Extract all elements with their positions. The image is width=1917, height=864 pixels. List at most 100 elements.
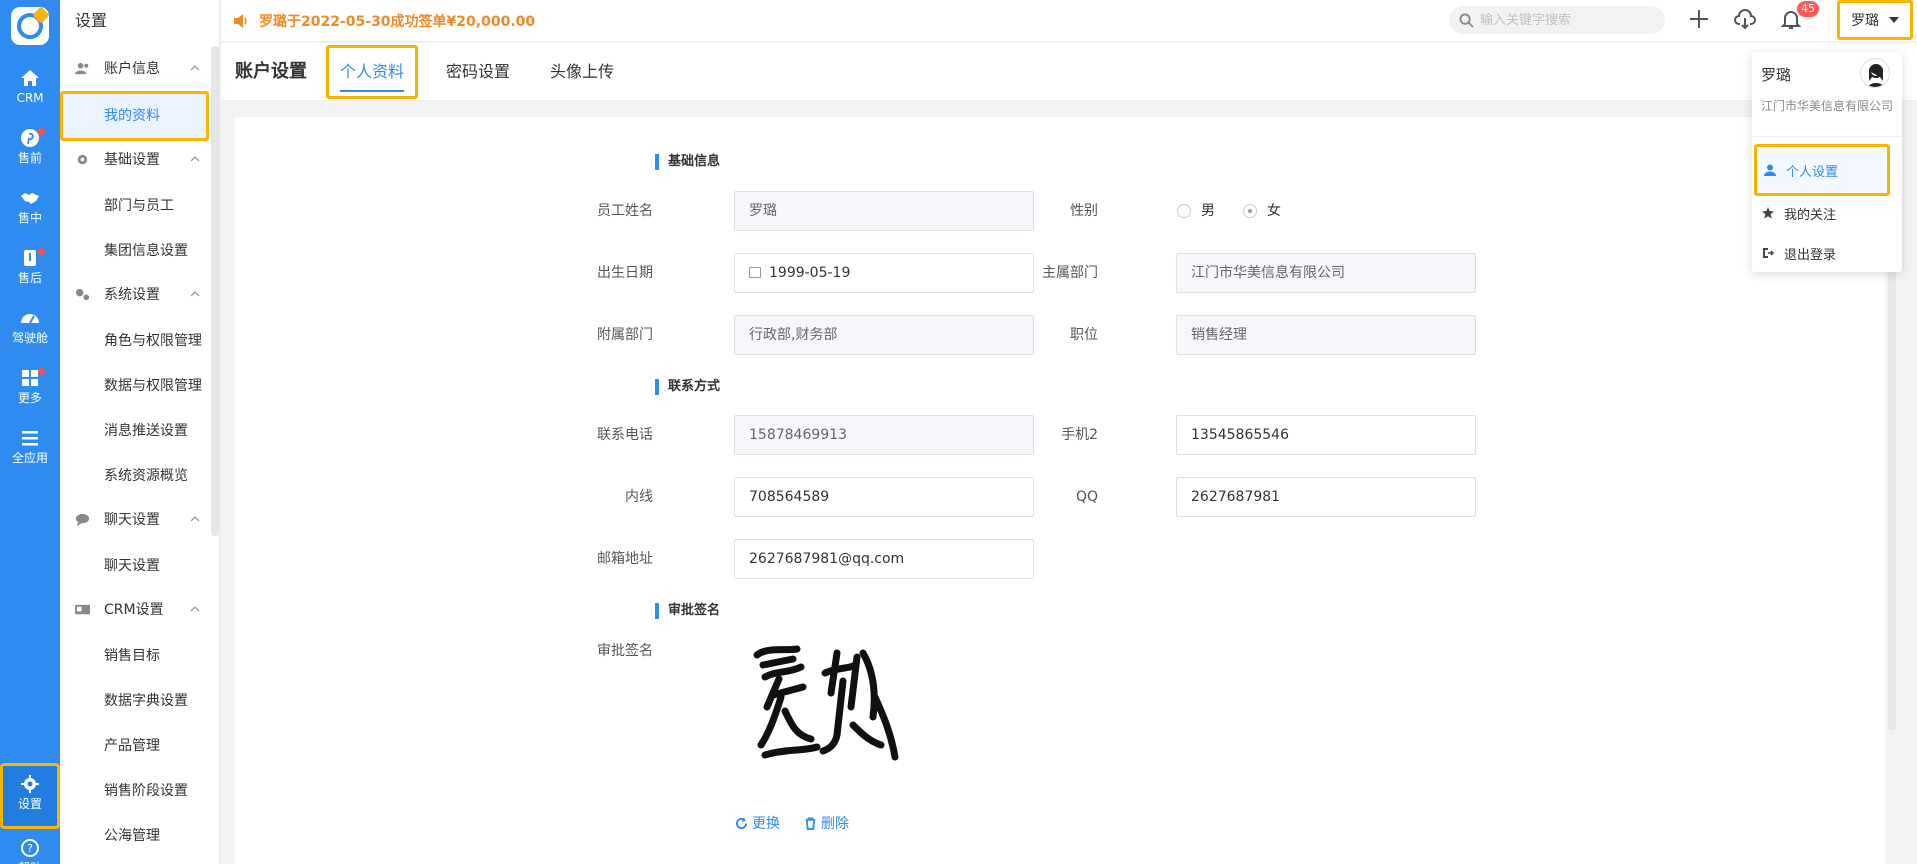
rail-item-label: 设置	[17, 797, 42, 811]
nav-group-basic[interactable]: 基础设置	[60, 143, 210, 175]
caret-down-icon	[1889, 17, 1899, 23]
phone-field[interactable]: 15878469913	[734, 415, 1034, 455]
birth-date-field[interactable]: 1999-05-19	[734, 253, 1034, 293]
user-name: 罗璐	[1851, 13, 1879, 29]
user-dropdown: 罗璐 江门市华美信息有限公司 个人设置 我的关注 退出登录	[1752, 52, 1902, 272]
menu-item-personal-settings[interactable]: 个人设置	[1754, 144, 1890, 196]
add-button[interactable]	[1687, 7, 1715, 35]
radio-circle	[1177, 204, 1191, 218]
handshake-icon	[21, 193, 39, 204]
replace-signature-button[interactable]: 更换	[735, 813, 780, 833]
nav-group-system[interactable]: 系统设置	[60, 278, 210, 310]
rail-item-label: CRM	[16, 91, 44, 105]
nav-item-data-permission[interactable]: 数据与权限管理	[60, 370, 210, 402]
nav-item-resource-overview[interactable]: 系统资源概览	[60, 460, 210, 492]
nav-item-group-info[interactable]: 集团信息设置	[60, 235, 210, 267]
sub-dept-field[interactable]: 行政部,财务部	[734, 315, 1034, 355]
nav-group-label: CRM设置	[104, 602, 164, 618]
label-email: 邮箱地址	[597, 551, 653, 567]
calendar-icon	[749, 267, 761, 278]
rail-item-all-apps[interactable]: 全应用	[0, 420, 60, 476]
nav-title: 设置	[75, 11, 108, 30]
dashboard-icon	[21, 314, 39, 324]
nav-group-crm[interactable]: CRM设置	[60, 593, 210, 625]
menu-item-my-follows[interactable]: 我的关注	[1752, 195, 1902, 231]
rail-item-crm[interactable]: CRM	[0, 60, 60, 116]
chevron-up-icon	[190, 65, 200, 71]
rail-item-label: 驾驶舱	[11, 331, 48, 345]
signature-image	[753, 645, 899, 761]
cloud-download-icon	[1734, 9, 1756, 30]
nav-item-push-settings[interactable]: 消息推送设置	[60, 415, 210, 447]
main-dept-field[interactable]: 江门市华美信息有限公司	[1176, 253, 1476, 293]
nav-item-chat-settings[interactable]: 聊天设置	[60, 550, 210, 582]
nav-item-dept-staff[interactable]: 部门与员工	[60, 190, 210, 222]
top-bar: 罗璐于2022-05-30成功签单¥20,000.00 45 罗璐	[221, 0, 1917, 42]
rail-item-presale[interactable]: 售前	[0, 120, 60, 176]
download-button[interactable]	[1733, 7, 1761, 35]
refresh-icon	[735, 817, 748, 829]
label-signature: 审批签名	[597, 643, 653, 659]
rail-item-cockpit[interactable]: 驾驶舱	[0, 300, 60, 356]
label-gender: 性别	[1070, 203, 1098, 219]
rail-item-label: 售中	[17, 211, 42, 225]
rail-item-label: 售后	[17, 271, 42, 285]
tab-profile[interactable]: 个人资料	[326, 45, 419, 99]
rail-item-label: 更多	[17, 391, 42, 405]
gender-male-radio[interactable]: 男	[1177, 191, 1215, 231]
nav-item-public-sea[interactable]: 公海管理	[60, 820, 210, 852]
tab-password[interactable]: 密码设置	[446, 45, 510, 99]
label-qq: QQ	[1075, 489, 1098, 505]
nav-group-account[interactable]: 账户信息	[60, 52, 210, 84]
section-title-contact: 联系方式	[655, 379, 720, 395]
qq-field[interactable]: 2627687981	[1176, 477, 1476, 517]
nav-item-data-dictionary[interactable]: 数据字典设置	[60, 685, 210, 717]
logout-icon	[1763, 248, 1774, 258]
ext-field[interactable]: 708564589	[734, 477, 1034, 517]
chevron-up-icon	[190, 291, 200, 297]
svg-text:?: ?	[27, 842, 33, 855]
chat-icon	[75, 513, 90, 526]
notification-dot	[38, 128, 45, 135]
notice-banner[interactable]: 罗璐于2022-05-30成功签单¥20,000.00	[233, 0, 535, 42]
rail-item-label: 全应用	[11, 451, 48, 465]
nav-item-sales-stage[interactable]: 销售阶段设置	[60, 775, 210, 807]
nav-item-sales-target[interactable]: 销售目标	[60, 640, 210, 672]
pinterest-icon	[21, 129, 39, 147]
search-icon	[1459, 12, 1474, 28]
user-menu-button[interactable]: 罗璐	[1837, 0, 1913, 40]
menu-item-logout[interactable]: 退出登录	[1752, 235, 1902, 271]
rail-item-aftersale[interactable]: 售后	[0, 240, 60, 296]
nav-scrollbar[interactable]	[211, 46, 219, 536]
mobile2-field[interactable]: 13545865546	[1176, 415, 1476, 455]
rail-item-help[interactable]: ? 帮助	[0, 834, 60, 864]
email-field[interactable]: 2627687981@qq.com	[734, 539, 1034, 579]
name-field[interactable]: 罗璐	[734, 191, 1034, 231]
app-rail: CRM 售前 售中 售后 驾驶舱 更多 全应用 设置 ? 帮助	[0, 0, 60, 864]
nav-item-my-profile[interactable]: 我的资料	[60, 91, 209, 141]
user-icon	[1764, 164, 1776, 176]
rail-item-label: 售前	[17, 151, 42, 165]
speaker-icon	[234, 14, 247, 28]
search-input[interactable]	[1480, 12, 1650, 28]
tab-avatar-upload[interactable]: 头像上传	[550, 45, 614, 99]
position-field[interactable]: 销售经理	[1176, 315, 1476, 355]
rail-item-settings[interactable]: 设置	[0, 763, 60, 829]
nav-item-role-permission[interactable]: 角色与权限管理	[60, 325, 210, 357]
signature-actions: 更换 删除	[735, 813, 849, 833]
notifications-button[interactable]: 45	[1779, 1, 1819, 35]
rail-item-insale[interactable]: 售中	[0, 180, 60, 236]
search-box[interactable]	[1449, 6, 1665, 34]
chevron-up-icon	[190, 606, 200, 612]
page-title: 账户设置	[235, 61, 307, 82]
plus-icon	[1690, 10, 1708, 28]
radio-circle	[1243, 204, 1257, 218]
gear-icon	[21, 775, 39, 793]
nav-group-chat[interactable]: 聊天设置	[60, 503, 210, 535]
app-logo[interactable]	[11, 7, 49, 45]
nav-item-product-management[interactable]: 产品管理	[60, 730, 210, 762]
rail-item-more[interactable]: 更多	[0, 360, 60, 416]
delete-signature-button[interactable]: 删除	[804, 813, 849, 833]
chevron-up-icon	[190, 156, 200, 162]
gender-female-radio[interactable]: 女	[1243, 191, 1281, 231]
